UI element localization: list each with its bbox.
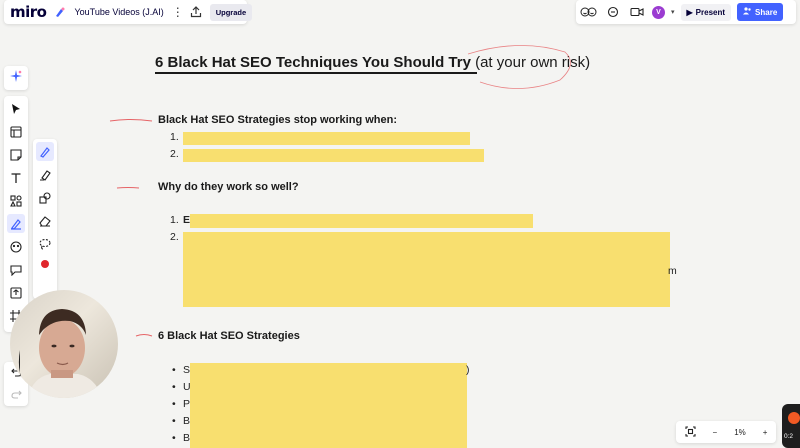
list-bullet: • xyxy=(172,432,176,444)
redaction-highlight xyxy=(183,232,670,307)
pen-tool[interactable] xyxy=(7,214,25,233)
share-button[interactable]: Share xyxy=(737,3,784,21)
text-icon xyxy=(11,172,21,183)
red-ink-stroke-1 xyxy=(109,119,153,122)
present-button[interactable]: ▶ Present xyxy=(680,3,732,21)
heading-main: 6 Black Hat SEO Techniques You Should Tr… xyxy=(155,54,471,71)
text-tool[interactable] xyxy=(7,168,25,187)
presenter-figure xyxy=(18,309,102,398)
text-fragment: B xyxy=(183,432,191,444)
recording-widget[interactable]: 0:2 xyxy=(782,404,800,448)
section-heading-why-work: Why do they work so well? xyxy=(158,181,299,193)
chevron-down-icon[interactable]: ▾ xyxy=(671,8,675,16)
share-label: Share xyxy=(755,7,778,17)
user-avatar[interactable]: V xyxy=(652,5,665,19)
highlighter-option[interactable] xyxy=(36,165,54,184)
smart-drawing-option[interactable] xyxy=(36,188,54,207)
users-icon xyxy=(743,7,752,17)
list-marker: 1. xyxy=(170,214,179,226)
list-bullet: • xyxy=(172,381,176,393)
sparkle-icon xyxy=(10,69,22,87)
text-fragment: S xyxy=(183,364,191,376)
presenter-webcam xyxy=(10,290,118,398)
shape-detect-icon xyxy=(39,191,51,204)
list-bullet: • xyxy=(172,398,176,410)
cursor-icon xyxy=(12,103,20,114)
list-bullet: • xyxy=(172,364,176,376)
layout-icon xyxy=(10,125,22,138)
zoom-out-button[interactable]: − xyxy=(713,428,718,437)
text-fragment: ) xyxy=(466,364,470,376)
more-options-icon[interactable]: ⋮ xyxy=(172,5,184,19)
sticker-icon xyxy=(10,240,22,253)
text-fragment: P xyxy=(183,398,191,410)
redaction-highlight xyxy=(183,132,470,145)
lasso-icon xyxy=(39,238,51,250)
section-heading-stop-working: Black Hat SEO Strategies stop working wh… xyxy=(158,114,397,126)
video-call-icon[interactable] xyxy=(628,3,646,21)
shapes-icon xyxy=(10,194,22,207)
pen-icon xyxy=(11,218,21,230)
sticky-note-tool[interactable] xyxy=(7,145,25,164)
shapes-tool[interactable] xyxy=(7,191,25,210)
eraser-icon xyxy=(39,215,51,227)
comment-icon xyxy=(10,264,22,276)
export-icon[interactable] xyxy=(190,4,202,20)
list-bullet: • xyxy=(172,415,176,427)
recording-timer: 0:2 xyxy=(784,433,794,440)
stickers-tool[interactable] xyxy=(7,237,25,256)
select-tool[interactable] xyxy=(7,99,25,118)
section-heading-strategies: 6 Black Hat SEO Strategies xyxy=(158,330,300,342)
pen-color-swatch[interactable] xyxy=(41,260,49,268)
comments-icon[interactable] xyxy=(604,3,622,21)
upgrade-button[interactable]: Upgrade xyxy=(209,3,253,21)
redaction-highlight xyxy=(183,149,484,162)
list-marker: 2. xyxy=(170,148,179,160)
zoom-level[interactable]: 1% xyxy=(734,428,746,437)
pen-options-panel xyxy=(33,139,57,299)
top-bar-left: miro YouTube Videos (J.AI) ⋮ Upgrade xyxy=(4,0,253,24)
sticky-note-icon xyxy=(10,148,22,161)
main-toolbar xyxy=(4,96,28,332)
zoom-controls: − 1% + xyxy=(676,421,776,443)
redo-icon[interactable] xyxy=(10,386,22,404)
list-marker: 1. xyxy=(170,131,179,143)
board-heading: 6 Black Hat SEO Techniques You Should Tr… xyxy=(155,54,590,71)
reactions-icon[interactable] xyxy=(580,3,598,21)
redaction-highlight xyxy=(190,214,533,228)
zoom-in-button[interactable]: + xyxy=(763,428,768,437)
heading-sub: (at your own risk) xyxy=(475,54,591,71)
upload-icon xyxy=(10,286,22,299)
highlighter-icon xyxy=(40,169,51,181)
board-title[interactable]: YouTube Videos (J.AI) xyxy=(74,7,163,17)
top-bar-right: V ▾ ▶ Present Share xyxy=(576,0,796,24)
templates-tool[interactable] xyxy=(7,122,25,141)
play-icon: ▶ xyxy=(686,7,693,17)
text-fragment: m xyxy=(668,265,677,277)
text-fragment: E xyxy=(183,214,191,226)
redaction-highlight xyxy=(190,363,467,448)
heading-underline xyxy=(155,72,477,74)
record-icon xyxy=(788,412,800,424)
board-icon xyxy=(54,5,66,19)
text-fragment: B xyxy=(183,415,191,427)
upload-tool[interactable] xyxy=(7,283,25,302)
pen-option[interactable] xyxy=(36,142,54,161)
red-ink-stroke-2 xyxy=(116,187,140,189)
fit-to-screen-icon[interactable] xyxy=(684,425,696,439)
pen-icon xyxy=(40,146,50,158)
red-ink-stroke-3 xyxy=(135,334,153,337)
list-marker: 2. xyxy=(170,231,179,243)
present-label: Present xyxy=(695,7,726,17)
miro-logo[interactable]: miro xyxy=(10,3,47,21)
eraser-option[interactable] xyxy=(36,211,54,230)
comment-tool[interactable] xyxy=(7,260,25,279)
ai-tools-button[interactable] xyxy=(4,66,28,90)
lasso-option[interactable] xyxy=(36,234,54,253)
